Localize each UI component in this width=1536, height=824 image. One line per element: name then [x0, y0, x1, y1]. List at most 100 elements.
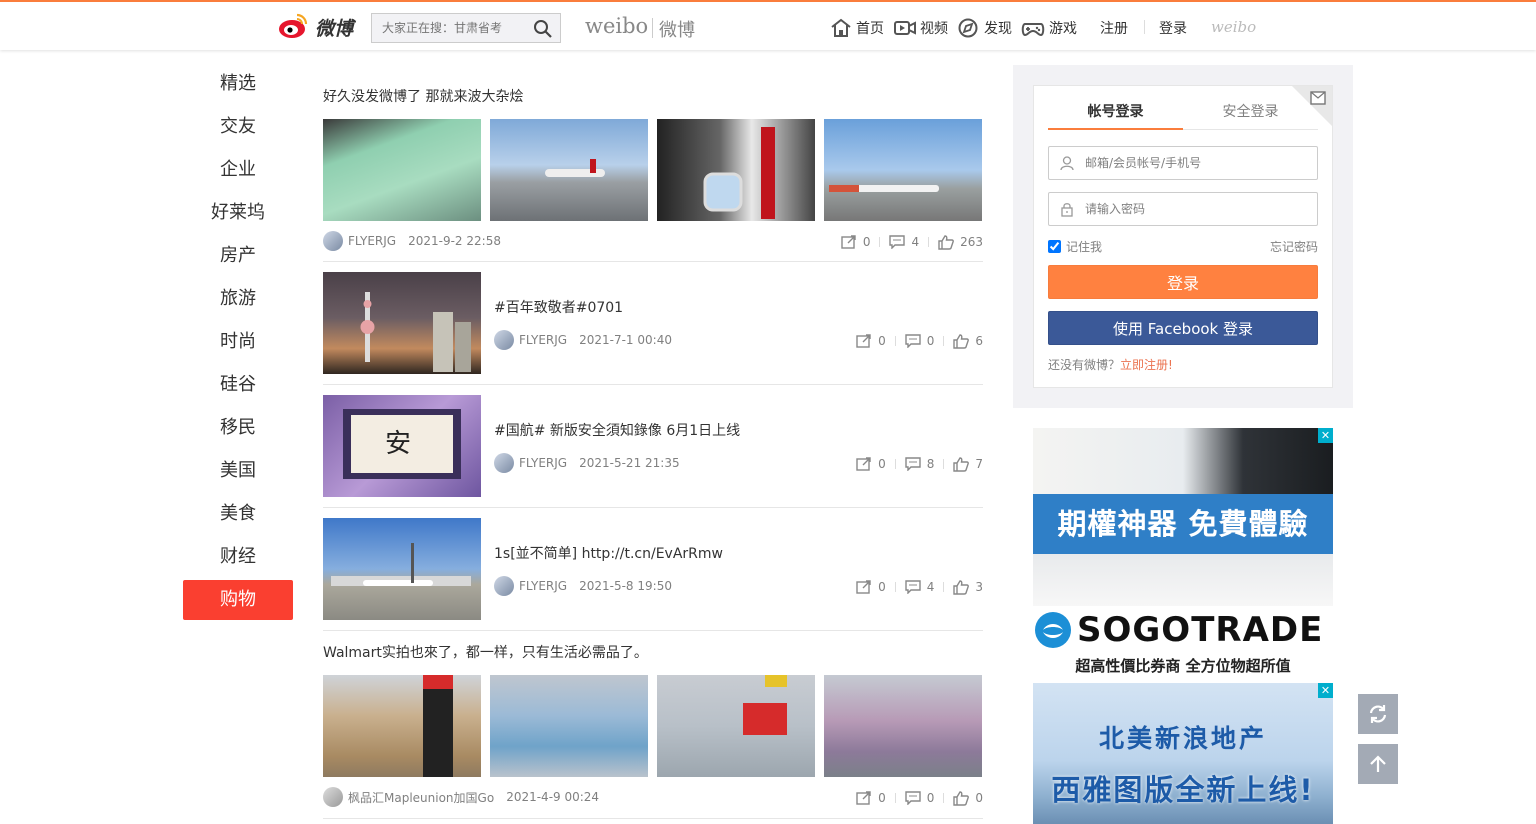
- search-icon[interactable]: [532, 18, 554, 40]
- forward-button[interactable]: 0: [841, 235, 870, 249]
- post-author[interactable]: 枫品汇Mapleunion加国Go: [348, 789, 494, 806]
- ad-sina-realestate[interactable]: 北美新浪地产 西雅图版全新上线! ✕: [1033, 683, 1333, 824]
- sidebar-item-fashion[interactable]: 时尚: [183, 322, 293, 362]
- nav-home[interactable]: 首页: [830, 18, 884, 38]
- forward-button[interactable]: 0: [856, 580, 886, 594]
- qr-login-corner-icon[interactable]: [1292, 86, 1332, 126]
- post-time: 2021-4-9 00:24: [506, 790, 600, 804]
- stat-divider: [894, 459, 896, 469]
- login-link[interactable]: 登录: [1159, 18, 1187, 38]
- avatar[interactable]: [494, 576, 514, 596]
- comment-button[interactable]: 4: [889, 235, 919, 249]
- sidebar-item-hollywood[interactable]: 好莱坞: [183, 193, 293, 233]
- avatar[interactable]: [494, 453, 514, 473]
- nav-home-label: 首页: [856, 21, 884, 37]
- ad-desk-image: [1033, 554, 1333, 606]
- login-button[interactable]: 登录: [1048, 265, 1318, 299]
- nav-video[interactable]: 视频: [894, 18, 948, 38]
- like-button[interactable]: 6: [953, 333, 983, 349]
- sidebar-item-silicon-valley[interactable]: 硅谷: [183, 365, 293, 405]
- like-button[interactable]: 7: [953, 456, 983, 472]
- post-image-runway-plane[interactable]: [824, 119, 982, 221]
- avatar[interactable]: [494, 330, 514, 350]
- no-account-text: 还没有微博？: [1048, 358, 1121, 372]
- post-author[interactable]: FLYERJG: [519, 579, 567, 593]
- post-image-cabin-door[interactable]: [657, 119, 815, 221]
- post-stats: 0 4 263: [841, 232, 983, 252]
- register-now-link[interactable]: 立即注册!: [1120, 358, 1173, 372]
- ad2-line2: 西雅图版全新上线!: [1051, 773, 1315, 807]
- post-meta: FLYERJG 2021-7-1 00:40: [494, 330, 672, 350]
- ad-sogotrade[interactable]: 期權神器 免費體驗 SOGOTRADE 超高性價比券商 全方位物超所值 ✕: [1033, 428, 1333, 678]
- stat-divider: [894, 336, 896, 346]
- password-input[interactable]: [1085, 193, 1310, 225]
- post-title[interactable]: #国航# 新版安全須知錄像 6月1日上线: [494, 421, 740, 441]
- sidebar-item-usa[interactable]: 美国: [183, 451, 293, 491]
- post-image-walmart-shelves[interactable]: [490, 675, 648, 777]
- nav-discover[interactable]: 发现: [958, 18, 1012, 38]
- comment-button[interactable]: 8: [905, 457, 935, 471]
- comment-icon: [905, 334, 921, 348]
- post-meta: FLYERJG 2021-5-8 19:50: [494, 576, 672, 596]
- register-link[interactable]: 注册: [1100, 18, 1128, 38]
- post-author[interactable]: FLYERJG: [519, 333, 567, 347]
- post-image-walmart-aisle[interactable]: [323, 675, 481, 777]
- sidebar-item-realestate[interactable]: 房产: [183, 236, 293, 276]
- remember-me-checkbox[interactable]: [1048, 240, 1061, 253]
- tab-account-login[interactable]: 帐号登录: [1048, 100, 1183, 130]
- post-image-id-card[interactable]: [323, 119, 481, 221]
- avatar[interactable]: [323, 787, 343, 807]
- post-stats: 0 8 7: [856, 454, 983, 474]
- aisle-shape: [423, 675, 453, 777]
- stat-divider: [943, 793, 945, 803]
- comment-count: 4: [926, 580, 935, 594]
- comment-count: 8: [926, 457, 935, 471]
- forward-button[interactable]: 0: [856, 334, 886, 348]
- nav-game[interactable]: 游戏: [1021, 18, 1077, 38]
- sidebar-item-shopping[interactable]: 购物: [183, 580, 293, 620]
- post-author[interactable]: FLYERJG: [519, 456, 567, 470]
- ad-close-icon[interactable]: ✕: [1318, 428, 1333, 443]
- avatar[interactable]: [323, 231, 343, 251]
- comment-icon: [889, 235, 906, 249]
- sidebar-item-immigration[interactable]: 移民: [183, 408, 293, 448]
- forgot-password-link[interactable]: 忘记密码: [1270, 238, 1318, 255]
- post-title[interactable]: 好久没发微博了 那就来波大杂烩: [323, 87, 523, 107]
- post-image-safety-video[interactable]: 安: [323, 395, 481, 497]
- sidebar-item-business[interactable]: 企业: [183, 150, 293, 190]
- logo-text[interactable]: 微博: [315, 14, 353, 41]
- post-image-walmart-price[interactable]: [657, 675, 815, 777]
- discover-icon: [958, 18, 978, 38]
- ad-close-icon[interactable]: ✕: [1318, 683, 1333, 698]
- comment-button[interactable]: 0: [905, 334, 934, 348]
- comment-button[interactable]: 4: [905, 580, 935, 594]
- post-image-airport[interactable]: [323, 518, 481, 620]
- back-to-top-button[interactable]: [1358, 744, 1398, 784]
- forward-button[interactable]: 0: [856, 791, 886, 805]
- like-button[interactable]: 0: [953, 790, 983, 806]
- like-button[interactable]: 263: [938, 234, 983, 250]
- post-title[interactable]: Walmart实拍也來了，都一样，只有生活必需品了。: [323, 643, 648, 663]
- post-image-airplane-tarmac[interactable]: [490, 119, 648, 221]
- post-author[interactable]: FLYERJG: [348, 234, 396, 248]
- facebook-login-button[interactable]: 使用 Facebook 登录: [1048, 311, 1318, 345]
- forward-button[interactable]: 0: [856, 457, 886, 471]
- sidebar-item-finance[interactable]: 财经: [183, 537, 293, 577]
- post-image-city-night[interactable]: [323, 272, 481, 374]
- comment-button[interactable]: 0: [905, 791, 934, 805]
- brand-divider: [652, 18, 653, 38]
- thumbs-up-icon: [938, 234, 954, 250]
- search-input[interactable]: [372, 14, 527, 42]
- remember-me-label[interactable]: 记住我: [1066, 238, 1102, 255]
- sidebar-item-dating[interactable]: 交友: [183, 107, 293, 147]
- post-title[interactable]: #百年致敬者#0701: [494, 298, 623, 318]
- sidebar-item-food[interactable]: 美食: [183, 494, 293, 534]
- post-image-walmart-covered[interactable]: [824, 675, 982, 777]
- username-input[interactable]: [1085, 147, 1310, 179]
- sidebar-item-travel[interactable]: 旅游: [183, 279, 293, 319]
- refresh-button[interactable]: [1358, 694, 1398, 734]
- like-button[interactable]: 3: [953, 579, 983, 595]
- post-title[interactable]: 1s[並不简单] http://t.cn/EvArRmw: [494, 544, 723, 564]
- sidebar-item-featured[interactable]: 精选: [183, 64, 293, 104]
- tower-shape: [360, 292, 471, 372]
